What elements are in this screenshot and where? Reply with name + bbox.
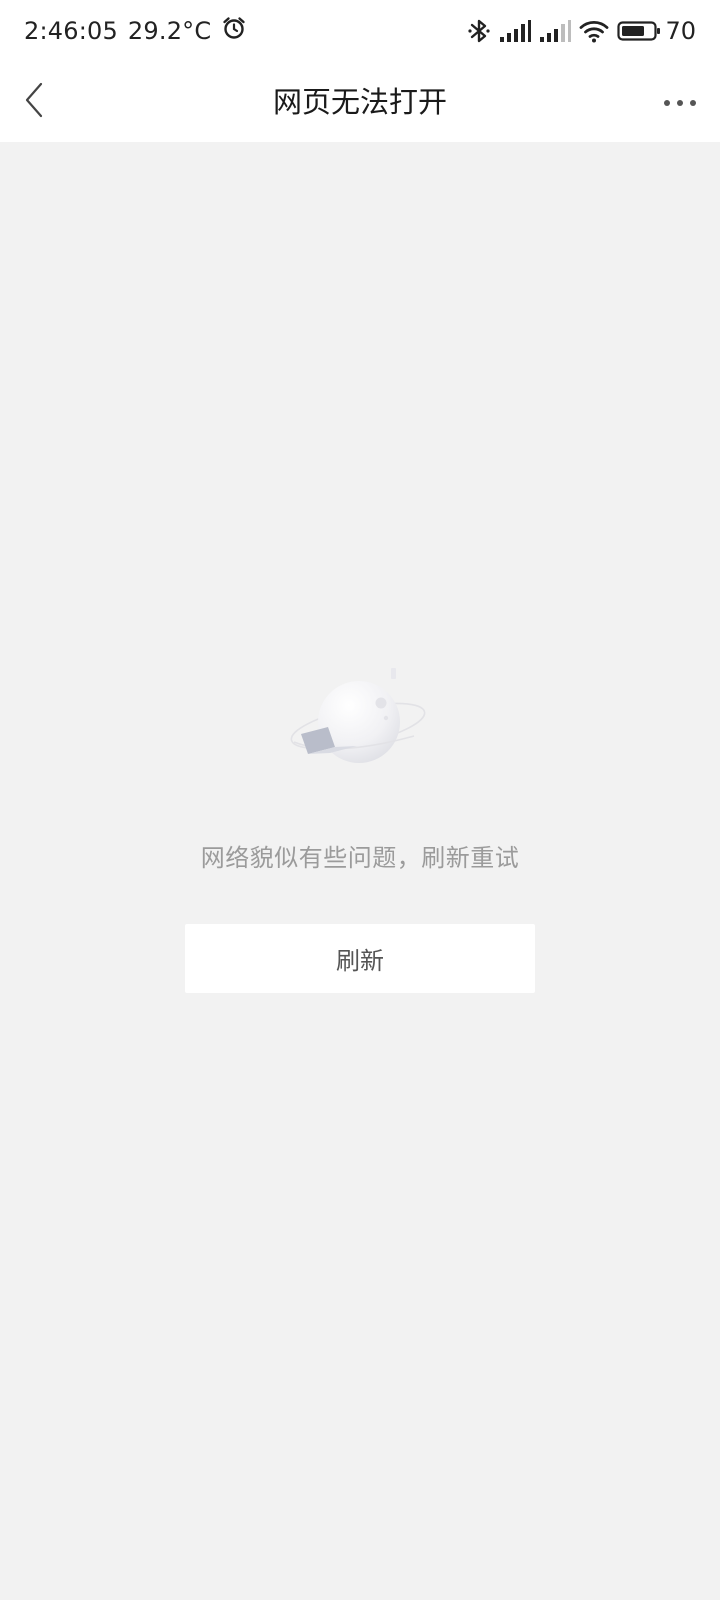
status-time: 2:46:05 (24, 17, 118, 45)
battery-level: 70 (665, 17, 696, 45)
wifi-icon (579, 19, 609, 43)
cellular-signal-icon (499, 19, 532, 43)
status-temperature: 29.2°C (127, 17, 212, 45)
back-button[interactable] (4, 72, 64, 132)
nav-bar: 网页无法打开 (0, 62, 720, 142)
alarm-clock-icon (221, 15, 247, 47)
status-right-group: 70 (467, 14, 696, 48)
status-bar: 2:46:05 29.2°C 70 (0, 0, 720, 62)
error-message: 网络貌似有些问题，刷新重试 (200, 844, 520, 872)
more-horizontal-icon (663, 93, 697, 112)
chevron-left-icon (22, 81, 46, 123)
bluetooth-icon (467, 17, 491, 45)
status-left-group: 2:46:05 29.2°C (24, 14, 247, 48)
refresh-button[interactable]: 刷新 (185, 924, 535, 993)
page-title: 网页无法打开 (272, 85, 447, 119)
refresh-button-label: 刷新 (336, 947, 384, 975)
more-options-button[interactable] (650, 72, 710, 132)
cellular-signal-icon (539, 19, 572, 43)
battery-icon (617, 19, 661, 43)
planet-illustration (284, 664, 434, 784)
